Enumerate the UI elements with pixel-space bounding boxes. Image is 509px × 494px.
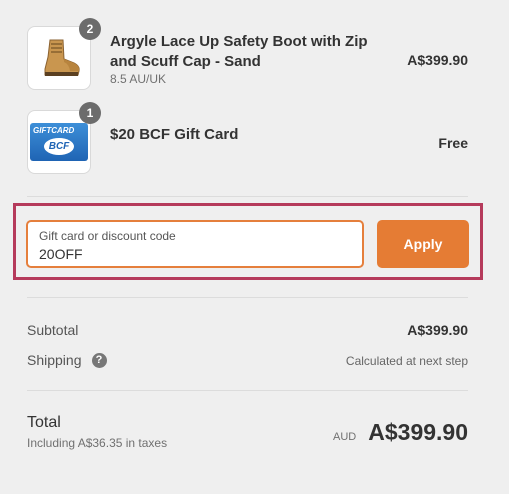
giftcard-image: GIFTCARD BCF bbox=[30, 123, 88, 161]
bcf-logo-text: BCF bbox=[48, 141, 70, 152]
taxes-note: Including A$36.35 in taxes bbox=[27, 436, 168, 450]
product-price: Free bbox=[438, 135, 468, 151]
product-thumbnail-giftcard: GIFTCARD BCF 1 bbox=[27, 102, 101, 174]
total-value: A$399.90 bbox=[368, 419, 468, 445]
subtotal-value: A$399.90 bbox=[407, 322, 468, 338]
bcf-logo: BCF bbox=[44, 138, 74, 155]
divider bbox=[27, 297, 468, 298]
product-price: A$399.90 bbox=[407, 52, 468, 68]
product-thumbnail-boot: 2 bbox=[27, 18, 101, 90]
product-title-line: and Scuff Cap - Sand bbox=[110, 53, 261, 70]
product-title-line: Argyle Lace Up Safety Boot with Zip bbox=[110, 33, 368, 50]
total-amount: AUD A$399.90 bbox=[333, 419, 468, 446]
discount-code-input[interactable]: 20OFF bbox=[39, 246, 83, 262]
divider bbox=[27, 196, 468, 197]
apply-button[interactable]: Apply bbox=[377, 220, 469, 268]
quantity-badge: 1 bbox=[79, 102, 101, 124]
giftcard-text: GIFTCARD bbox=[33, 126, 75, 135]
total-label: Total bbox=[27, 414, 61, 431]
boot-image bbox=[44, 39, 80, 76]
subtotal-label: Subtotal bbox=[27, 322, 79, 338]
help-icon[interactable]: ? bbox=[91, 352, 107, 368]
quantity-badge: 2 bbox=[79, 18, 101, 40]
total-currency: AUD bbox=[333, 431, 357, 443]
shipping-row: Shipping ? bbox=[27, 352, 107, 368]
shipping-label: Shipping bbox=[27, 352, 82, 368]
product-variant: 8.5 AU/UK bbox=[110, 72, 167, 86]
product-title: Argyle Lace Up Safety Boot with Zip and … bbox=[110, 32, 380, 72]
shipping-value: Calculated at next step bbox=[345, 354, 468, 368]
discount-code-label: Gift card or discount code bbox=[39, 229, 176, 243]
discount-code-field[interactable]: Gift card or discount code 20OFF bbox=[26, 220, 364, 268]
product-title: $20 BCF Gift Card bbox=[110, 126, 239, 143]
divider bbox=[27, 390, 468, 391]
